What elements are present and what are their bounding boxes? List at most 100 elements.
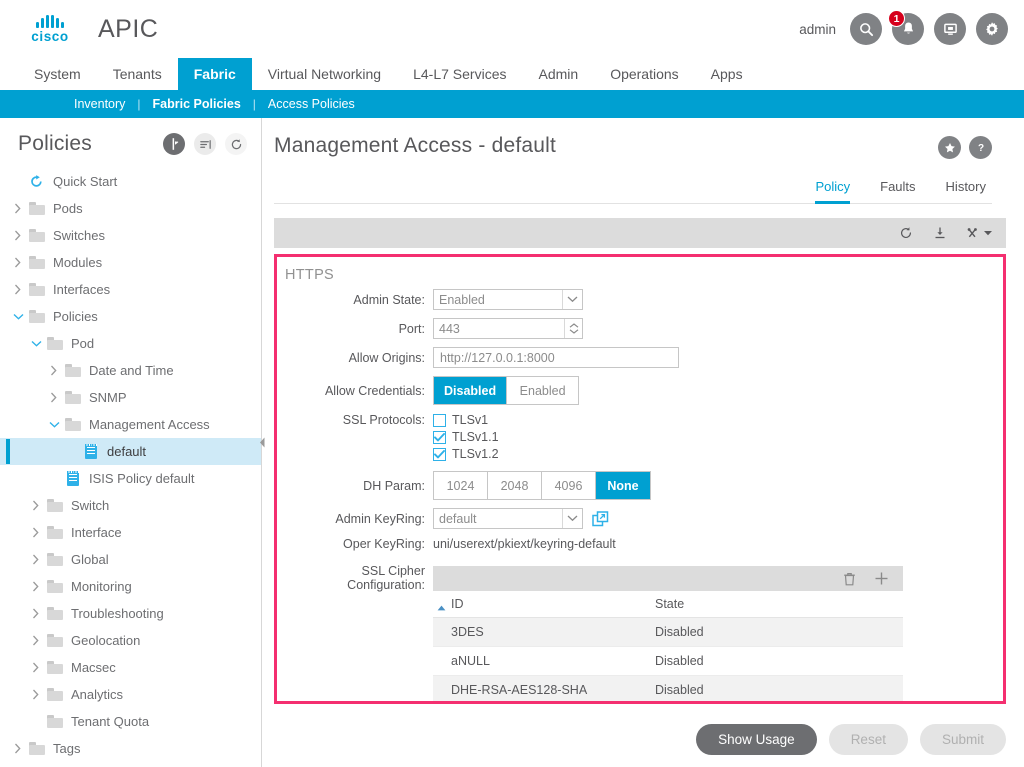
chevron-right-icon[interactable] (28, 608, 44, 619)
nav-operations[interactable]: Operations (594, 58, 694, 90)
sidebar-splitter-handle[interactable] (256, 118, 268, 767)
checkbox-row-tlsv1-2[interactable]: TLSv1.2 (433, 447, 499, 461)
show-usage-button[interactable]: Show Usage (696, 724, 817, 755)
nav-admin[interactable]: Admin (523, 58, 595, 90)
chevron-right-icon[interactable] (28, 500, 44, 511)
chevron-down-icon[interactable] (28, 340, 44, 348)
table-row[interactable]: DHE-RSA-AES128-SHA Disabled (433, 675, 903, 701)
chevron-right-icon[interactable] (28, 527, 44, 538)
add-plus-icon[interactable] (874, 571, 889, 586)
tree-item-modules[interactable]: Modules (0, 249, 261, 276)
tree-item-snmp[interactable]: SNMP (0, 384, 261, 411)
dh-param-option-none[interactable]: None (596, 472, 650, 499)
nav-tenants[interactable]: Tenants (97, 58, 178, 90)
reset-button[interactable]: Reset (828, 724, 908, 755)
table-row[interactable]: aNULL Disabled (433, 646, 903, 676)
nav-l4-l7-services[interactable]: L4-L7 Services (397, 58, 522, 90)
tree-item-switches[interactable]: Switches (0, 222, 261, 249)
tree-item-tags[interactable]: Tags (0, 735, 261, 762)
tree-item-pod[interactable]: Pod (0, 330, 261, 357)
ssl-cipher-table-body: 3DES Disabled aNULL Disabled DHE-RSA-AES128-… (433, 617, 903, 701)
checkbox-row-tlsv1-1[interactable]: TLSv1.1 (433, 430, 499, 444)
tree-item-pods[interactable]: Pods (0, 195, 261, 222)
tree-item-label: Quick Start (53, 174, 118, 189)
chevron-right-icon[interactable] (28, 635, 44, 646)
remote-screen-icon[interactable] (934, 13, 966, 45)
chevron-right-icon[interactable] (46, 365, 62, 376)
allow-origins-control: http://127.0.0.1:8000 (433, 347, 679, 368)
tree-item-default[interactable]: default (0, 438, 261, 465)
column-header-state[interactable]: State (655, 591, 903, 618)
settings-gear-icon[interactable] (976, 13, 1008, 45)
tree-item-global[interactable]: Global (0, 546, 261, 573)
tree-item-analytics[interactable]: Analytics (0, 681, 261, 708)
nav-apps[interactable]: Apps (695, 58, 759, 90)
dh-param-option-2048[interactable]: 2048 (488, 472, 542, 499)
allow-credentials-option-disabled[interactable]: Disabled (434, 377, 508, 404)
chevron-down-icon[interactable] (10, 313, 26, 321)
chevron-right-icon[interactable] (10, 743, 26, 754)
chevron-right-icon[interactable] (46, 392, 62, 403)
tree-item-isis-policy-default[interactable]: ISIS Policy default (0, 465, 261, 492)
port-input[interactable]: 443 (433, 318, 583, 339)
tree-item-geolocation[interactable]: Geolocation (0, 627, 261, 654)
tab-faults[interactable]: Faults (880, 179, 915, 204)
tree-item-management-access[interactable]: Management Access (0, 411, 261, 438)
dh-param-option-4096[interactable]: 4096 (542, 472, 596, 499)
tree-item-macsec[interactable]: Macsec (0, 654, 261, 681)
chevron-right-icon[interactable] (28, 662, 44, 673)
allow-origins-input[interactable]: http://127.0.0.1:8000 (433, 347, 679, 368)
allow-credentials-option-enabled[interactable]: Enabled (507, 377, 579, 404)
tree-item-label: Pod (71, 336, 95, 351)
tree-item-troubleshooting[interactable]: Troubleshooting (0, 600, 261, 627)
dh-param-option-1024[interactable]: 1024 (434, 472, 488, 499)
chevron-right-icon[interactable] (28, 554, 44, 565)
actions-tools-icon[interactable] (967, 227, 992, 240)
tree-item-interfaces[interactable]: Interfaces (0, 276, 261, 303)
tab-policy[interactable]: Policy (815, 179, 851, 204)
search-icon[interactable] (850, 13, 882, 45)
chevron-right-icon[interactable] (28, 689, 44, 700)
favorite-star-icon[interactable] (938, 136, 961, 159)
tab-history[interactable]: History (946, 179, 986, 204)
help-question-icon[interactable]: ? (969, 136, 992, 159)
nav-fabric[interactable]: Fabric (177, 58, 252, 90)
tree-item-monitoring[interactable]: Monitoring (0, 573, 261, 600)
admin-keyring-select[interactable]: default (433, 508, 583, 529)
tree-item-switch[interactable]: Switch (0, 492, 261, 519)
nav-system[interactable]: System (18, 58, 97, 90)
subnav-access-policies[interactable]: Access Policies (256, 97, 367, 111)
refresh-icon[interactable] (899, 226, 913, 240)
admin-state-select[interactable]: Enabled (433, 289, 583, 310)
checkbox-row-tlsv1[interactable]: TLSv1 (433, 413, 499, 427)
chevron-right-icon[interactable] (10, 203, 26, 214)
download-icon[interactable] (933, 226, 947, 240)
chevron-right-icon[interactable] (10, 284, 26, 295)
tree-item-quick-start[interactable]: Quick Start (0, 168, 261, 195)
tree-item-interface[interactable]: Interface (0, 519, 261, 546)
chevron-down-icon[interactable] (46, 421, 62, 429)
tree-item-date-and-time[interactable]: Date and Time (0, 357, 261, 384)
align-list-icon[interactable] (194, 133, 216, 155)
delete-trash-icon[interactable] (843, 572, 856, 586)
checkbox-unchecked-icon[interactable] (433, 413, 446, 427)
alerts-bell-icon[interactable]: 1 (888, 10, 924, 45)
chevron-right-icon[interactable] (28, 581, 44, 592)
table-row[interactable]: 3DES Disabled (433, 617, 903, 647)
checkbox-checked-icon[interactable] (433, 447, 446, 461)
tree-item-policies[interactable]: Policies (0, 303, 261, 330)
alerts-count-badge: 1 (888, 10, 905, 27)
chevron-right-icon[interactable] (10, 257, 26, 268)
nav-virtual-networking[interactable]: Virtual Networking (252, 58, 397, 90)
subnav-fabric-policies[interactable]: Fabric Policies (141, 97, 253, 111)
submit-button[interactable]: Submit (919, 724, 1006, 755)
collapse-panel-icon[interactable] (163, 133, 185, 155)
checkbox-checked-icon[interactable] (433, 430, 446, 444)
tree-item-tenant-quota[interactable]: Tenant Quota (0, 708, 261, 735)
chevron-right-icon[interactable] (10, 230, 26, 241)
refresh-icon[interactable] (225, 133, 247, 155)
open-external-link-icon[interactable] (592, 510, 609, 527)
spinner-arrows-icon[interactable] (564, 319, 582, 338)
column-header-id[interactable]: ID (433, 591, 655, 618)
subnav-inventory[interactable]: Inventory (62, 97, 137, 111)
